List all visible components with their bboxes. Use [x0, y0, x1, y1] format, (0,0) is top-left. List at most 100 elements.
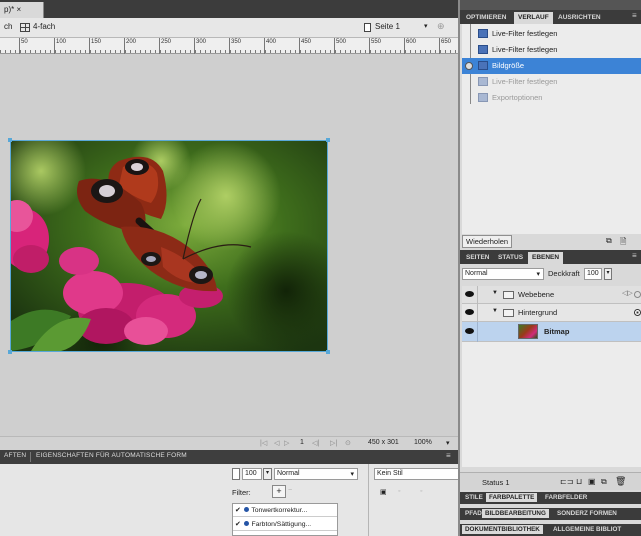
expand-triangle-icon[interactable]: ▼: [492, 308, 498, 314]
opacity-icon: [232, 468, 240, 480]
new-style-icon[interactable]: ▣: [380, 488, 387, 496]
panel-menu-icon[interactable]: ≡: [632, 11, 637, 20]
layer-row[interactable]: ▼ Hintergrund: [462, 304, 641, 322]
new-layer-folder-icon[interactable]: ⊏⊐: [560, 477, 573, 486]
layer-name: Bitmap: [544, 327, 570, 336]
opacity-stepper-icon[interactable]: ▾: [263, 468, 272, 480]
history-item-selected[interactable]: Bildgröße: [462, 58, 641, 74]
ruler-label: 150: [91, 39, 102, 45]
tab-pages[interactable]: SEITEN: [462, 252, 493, 264]
history-slider-handle[interactable]: [465, 62, 473, 70]
resize-handle[interactable]: [8, 138, 12, 142]
tab-align[interactable]: AUSRICHTEN: [554, 12, 605, 24]
ruler-label: 400: [266, 39, 277, 45]
four-up-button[interactable]: 4-fach: [33, 22, 55, 31]
ruler-label: 100: [56, 39, 67, 45]
tab-document-library[interactable]: DOKUMENTBIBLIOTHEK: [462, 525, 543, 534]
loop-icon[interactable]: ⊙: [345, 439, 351, 447]
tab-special-shapes[interactable]: SONDERZ FORMEN: [554, 509, 620, 518]
butterfly-photo[interactable]: [10, 140, 328, 352]
history-item-label: Exportoptionen: [492, 93, 543, 102]
eye-icon[interactable]: [465, 309, 474, 315]
layer-row[interactable]: ▼ Webebene ◁▷: [462, 286, 641, 304]
layers-empty-area: [462, 342, 641, 467]
check-icon[interactable]: ✔: [235, 507, 241, 514]
check-icon[interactable]: ✔: [235, 521, 241, 528]
resize-handle[interactable]: [8, 350, 12, 354]
layer-target-icon[interactable]: [634, 291, 641, 298]
style-select[interactable]: Kein Stil: [374, 468, 458, 480]
opacity-field[interactable]: 100: [242, 468, 262, 480]
last-frame-icon[interactable]: ▷|: [330, 439, 337, 447]
repeat-button[interactable]: Wiederholen: [462, 235, 513, 248]
tab-auto-shape-properties[interactable]: EIGENSCHAFTEN FÜR AUTOMATISCHE FORM: [36, 452, 187, 459]
layer-blend-mode-select[interactable]: Normal ▾: [462, 268, 544, 280]
tab-layers[interactable]: EBENEN: [528, 252, 564, 264]
tab-history[interactable]: VERLAUF: [514, 12, 553, 24]
history-panel-tabs: OPTIMIEREN VERLAUF AUSRICHTEN ≡: [460, 10, 641, 24]
page-dropdown-arrow-icon[interactable]: ▾: [424, 22, 428, 30]
next-frame-icon[interactable]: ◁|: [312, 439, 319, 447]
document-tab[interactable]: p)* ×: [0, 2, 44, 18]
ruler-label: 650: [441, 39, 452, 45]
collapsed-panel-group: PFAD BILDBEARBEITUNG SONDERZ FORMEN: [460, 508, 641, 520]
filter-label: Filter:: [232, 488, 251, 497]
zoom-dropdown-icon[interactable]: ▾: [446, 439, 450, 447]
new-layer-icon[interactable]: ▣: [588, 477, 596, 486]
panel-menu-icon[interactable]: ≡: [446, 451, 451, 460]
four-up-icon: [20, 23, 30, 32]
panel-menu-icon[interactable]: ≡: [632, 251, 637, 260]
tab-styles[interactable]: STILE: [462, 493, 486, 502]
blend-mode-select[interactable]: Normal ▾: [274, 468, 358, 480]
style-option-icon: ◦: [398, 488, 401, 495]
tab-common-library[interactable]: ALLGEMEINE BIBLIOT: [550, 525, 624, 534]
eye-icon[interactable]: [465, 328, 474, 334]
filter-item[interactable]: ✔ Farbton/Sättigung...: [233, 518, 337, 531]
layer-target-icon[interactable]: [634, 309, 641, 316]
page-options-icon[interactable]: ⊕: [437, 21, 445, 32]
history-step-icon: [478, 61, 488, 70]
tab-image-editing[interactable]: BILDBEARBEITUNG: [482, 509, 549, 518]
prev-frame-icon[interactable]: ◁: [274, 439, 279, 447]
states-status-row: Status 1 ⊏⊐ ⊔ ▣ ⧉ 🗑: [460, 472, 641, 490]
zoom-level[interactable]: 100%: [414, 439, 432, 446]
link-icon[interactable]: ◁▷: [622, 289, 633, 297]
opacity-stepper-icon[interactable]: ▾: [604, 268, 612, 280]
ruler-label: 50: [21, 39, 28, 45]
filter-info-icon: [243, 521, 249, 526]
layer-row-selected[interactable]: Bitmap: [462, 322, 641, 342]
tab-properties[interactable]: AFTEN: [4, 452, 26, 459]
tab-color-palette[interactable]: FARBPALETTE: [486, 493, 538, 502]
new-sublayer-icon[interactable]: ⧉: [601, 477, 607, 487]
history-item[interactable]: Live-Filter festlegen: [462, 42, 641, 58]
history-item-label: Live-Filter festlegen: [492, 77, 558, 86]
states-label: Status 1: [482, 478, 510, 487]
resize-handle[interactable]: [326, 138, 330, 142]
folder-icon: [503, 309, 514, 317]
tab-optimize[interactable]: OPTIMIEREN: [462, 12, 510, 24]
tab-swatches[interactable]: FARBFELDER: [542, 493, 590, 502]
filter-info-icon: [243, 507, 249, 512]
expand-triangle-icon[interactable]: ▼: [492, 290, 498, 296]
page-selector[interactable]: Seite 1: [375, 22, 400, 31]
history-item[interactable]: Exportoptionen: [462, 90, 641, 106]
property-inspector-body: 100 ▾ Normal ▾ Kein Stil ▣ ◦ ◦ Filter: + …: [0, 464, 458, 536]
add-filter-button[interactable]: +: [272, 485, 286, 498]
trash-icon[interactable]: 🗑: [615, 476, 626, 487]
filter-list: ✔ Tonwertkorrektur... ✔ Farbton/Sättigun…: [232, 503, 338, 536]
first-frame-icon[interactable]: |◁: [260, 439, 267, 447]
collapsed-panel-group: DOKUMENTBIBLIOTHEK ALLGEMEINE BIBLIOT: [460, 524, 641, 536]
play-icon[interactable]: ▷: [284, 439, 289, 447]
blend-mode-value: Normal: [277, 470, 300, 477]
history-item[interactable]: Live-Filter festlegen: [462, 74, 641, 90]
save-steps-icon[interactable]: 🗎: [620, 236, 626, 250]
view-mode-fragment[interactable]: ch: [4, 22, 12, 31]
copy-steps-icon[interactable]: ⧉: [606, 236, 612, 246]
layer-opacity-field[interactable]: 100: [584, 268, 602, 280]
filter-item[interactable]: ✔ Tonwertkorrektur...: [233, 504, 337, 517]
resize-handle[interactable]: [326, 350, 330, 354]
mask-icon[interactable]: ⊔: [576, 477, 582, 486]
history-item[interactable]: Live-Filter festlegen: [462, 26, 641, 42]
eye-icon[interactable]: [465, 291, 474, 297]
tab-states[interactable]: STATUS: [494, 252, 527, 264]
